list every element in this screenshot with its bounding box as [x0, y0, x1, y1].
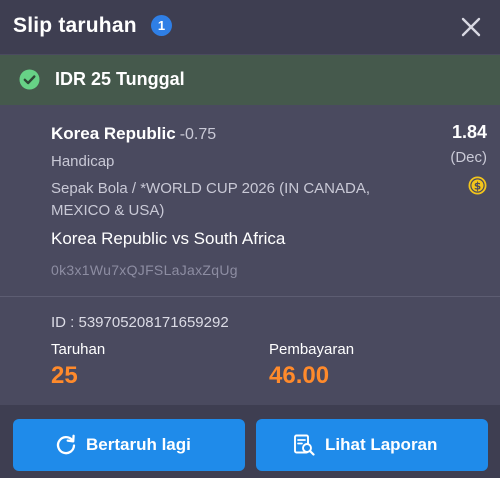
action-footer: Bertaruh lagi Lihat Laporan — [0, 405, 500, 478]
market-type: Handicap — [51, 153, 115, 170]
ticket-id: ID : 539705208171659292 — [51, 314, 229, 331]
bet-details: Korea Republic -0.75 Handicap Sepak Bola … — [0, 106, 500, 296]
view-report-label: Lihat Laporan — [325, 435, 438, 454]
selection: Korea Republic -0.75 — [51, 124, 216, 144]
section-divider — [0, 296, 500, 297]
stake-value: 25 — [51, 362, 78, 389]
odds-value: 1.84 — [451, 122, 487, 142]
bet-again-button[interactable]: Bertaruh lagi — [13, 419, 245, 471]
close-button[interactable] — [456, 12, 486, 42]
report-search-icon — [294, 434, 315, 456]
bet-count-badge: 1 — [151, 15, 172, 36]
team-name: Korea Republic — [51, 124, 176, 143]
handicap-value: -0.75 — [179, 126, 217, 143]
slip-title: Slip taruhan — [13, 14, 137, 37]
view-report-button[interactable]: Lihat Laporan — [256, 419, 488, 471]
reference-code: 0k3x1Wu7xQJFSLaJaxZqUg — [51, 262, 238, 278]
check-circle-icon — [19, 69, 40, 90]
payout-value: 46.00 — [269, 362, 330, 389]
dollar-coin-icon: $ — [468, 176, 487, 195]
payout-label: Pembayaran — [269, 341, 355, 358]
match-name: Korea Republic vs South Africa — [51, 229, 286, 248]
close-icon — [461, 17, 481, 37]
league-name: Sepak Bola / *WORLD CUP 2026 (IN CANADA,… — [51, 180, 371, 219]
svg-text:$: $ — [474, 180, 481, 192]
odds-format: (Dec) — [450, 149, 487, 166]
slip-header: Slip taruhan 1 — [0, 0, 500, 54]
stake-label: Taruhan — [51, 341, 106, 358]
bet-again-label: Bertaruh lagi — [86, 435, 191, 454]
refresh-icon — [56, 434, 76, 455]
bet-confirmation-banner: IDR 25 Tunggal — [0, 55, 500, 105]
confirmation-text: IDR 25 Tunggal — [55, 69, 185, 89]
